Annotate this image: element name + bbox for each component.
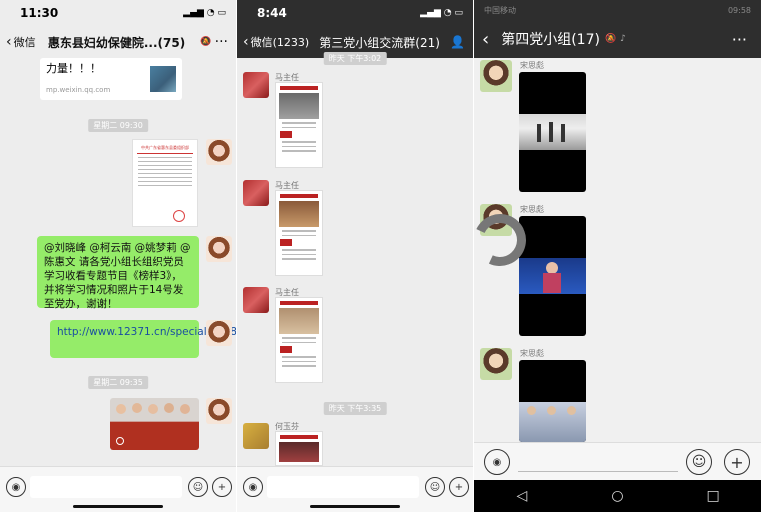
status-time: 09:58 <box>727 5 751 15</box>
avatar[interactable] <box>206 320 232 346</box>
sender-name: 宋思彪 <box>520 205 544 214</box>
status-time: 8:44 <box>257 6 287 20</box>
status-bar: 11:30 ▂▄▆ ◔ ▭ <box>0 0 236 26</box>
group-members-icon[interactable]: 👤 <box>450 35 473 49</box>
message-bubble[interactable]: @刘晓峰 @柯云南 @姚梦莉 @陈惠文 请各党小组长组织党员学习收看专题节目《榜… <box>37 236 199 310</box>
status-icons: ▂▄▆ ◔ ▭ <box>420 8 463 18</box>
chat-header: ‹ 微信 惠东县妇幼保健院...(75) 🔕 ··· <box>0 26 236 58</box>
chat-panel-2: 8:44 ▂▄▆ ◔ ▭ ‹ 微信(1233) 第三党小组交流群(21) 👤 昨天… <box>237 0 473 512</box>
time-chip: 星期二 09:35 <box>88 376 148 389</box>
document-image[interactable]: 中共广东省惠东县委组织部 <box>132 139 198 227</box>
emoji-icon[interactable]: ☺ <box>686 449 712 475</box>
status-icons: ▂▄▆ ◔ ▭ <box>183 8 226 18</box>
back-button[interactable]: ‹ 微信 <box>0 34 36 50</box>
home-indicator <box>73 505 163 508</box>
shared-article-image[interactable] <box>275 431 323 466</box>
article-card-text: 力量！！！ <box>46 62 101 75</box>
back-label: 微信 <box>13 36 36 49</box>
photo-message[interactable] <box>110 398 199 450</box>
more-icon[interactable]: ··· <box>732 30 761 49</box>
carrier-label: 中国移动 <box>484 5 516 15</box>
more-icon[interactable]: ··· <box>215 34 236 50</box>
plus-icon[interactable]: + <box>724 449 750 475</box>
input-bar: ◉ ☺ + <box>474 442 761 480</box>
avatar[interactable] <box>243 423 269 449</box>
status-time: 11:30 <box>20 6 59 20</box>
chat-title: 第三党小组交流群(21) <box>319 35 440 50</box>
mute-icon: 🔕 <box>604 34 617 44</box>
shared-article-image[interactable] <box>275 297 323 383</box>
avatar[interactable] <box>206 236 232 262</box>
avatar[interactable] <box>206 139 232 165</box>
sender-name: 宋思彪 <box>520 61 544 70</box>
voice-icon[interactable]: ◉ <box>484 449 510 475</box>
back-chevron-icon: ‹ <box>482 28 490 50</box>
home-circle-icon[interactable]: ○ <box>610 488 624 504</box>
video-message[interactable] <box>519 72 586 192</box>
article-card[interactable]: 力量！！！ mp.weixin.qq.com <box>40 58 182 100</box>
recents-square-icon[interactable]: □ <box>706 488 720 504</box>
play-icon <box>116 437 124 445</box>
avatar[interactable] <box>243 287 269 313</box>
avatar[interactable] <box>243 180 269 206</box>
avatar[interactable] <box>206 398 232 424</box>
back-button[interactable]: ‹ 微信(1233) <box>237 34 309 50</box>
time-chip: 昨天 下午3:35 <box>323 402 387 415</box>
chat-panel-1: 11:30 ▂▄▆ ◔ ▭ ‹ 微信 惠东县妇幼保健院...(75) 🔕 ··· … <box>0 0 236 512</box>
message-input[interactable] <box>30 476 182 498</box>
message-input[interactable] <box>518 471 678 472</box>
avatar[interactable] <box>480 348 512 380</box>
emoji-icon[interactable]: ☺ <box>425 477 445 497</box>
shared-article-image[interactable] <box>275 190 323 276</box>
video-message[interactable] <box>519 216 586 336</box>
video-message[interactable] <box>519 360 586 442</box>
plus-icon[interactable]: + <box>212 477 232 497</box>
article-thumbnail <box>150 66 176 92</box>
status-bar: 中国移动 09:58 <box>474 0 761 20</box>
emoji-icon[interactable]: ☺ <box>188 477 208 497</box>
time-chip: 星期二 09:30 <box>88 119 148 132</box>
ear-icon: ♪ <box>620 34 626 44</box>
back-chevron-icon: ‹ <box>243 34 249 50</box>
message-input[interactable] <box>267 476 419 498</box>
back-chevron-icon: ‹ <box>6 34 12 50</box>
android-nav-bar: ◁ ○ □ <box>474 480 761 512</box>
back-label: 微信(1233) <box>250 36 310 49</box>
input-bar: ◉ ☺ + <box>0 466 236 512</box>
chat-title: 第四党小组(17) <box>501 32 600 48</box>
time-chip: 昨天 下午3:02 <box>323 52 387 65</box>
seal-icon <box>173 210 185 222</box>
link-message-bubble[interactable]: http://www.12371.cn/special/2018byztjm/ <box>50 320 236 358</box>
voice-icon[interactable]: ◉ <box>6 477 26 497</box>
mute-icon: 🔕 <box>200 37 212 47</box>
chat-header: ‹ 第四党小组(17) 🔕 ♪ ··· <box>474 20 761 58</box>
voice-icon[interactable]: ◉ <box>243 477 263 497</box>
shared-article-image[interactable] <box>275 82 323 168</box>
sender-name: 宋思彪 <box>520 349 544 358</box>
article-card-url: mp.weixin.qq.com <box>46 86 111 94</box>
status-bar: 8:44 ▂▄▆ ◔ ▭ <box>237 0 473 26</box>
avatar[interactable] <box>480 60 512 92</box>
input-bar: ◉ ☺ + <box>237 466 473 512</box>
avatar[interactable] <box>243 72 269 98</box>
back-button[interactable]: ‹ <box>474 29 489 50</box>
chat-title: 惠东县妇幼保健院...(75) <box>47 35 186 50</box>
home-indicator <box>310 505 400 508</box>
plus-icon[interactable]: + <box>449 477 469 497</box>
document-title: 中共广东省惠东县委组织部 <box>141 145 189 150</box>
back-triangle-icon[interactable]: ◁ <box>515 488 529 504</box>
